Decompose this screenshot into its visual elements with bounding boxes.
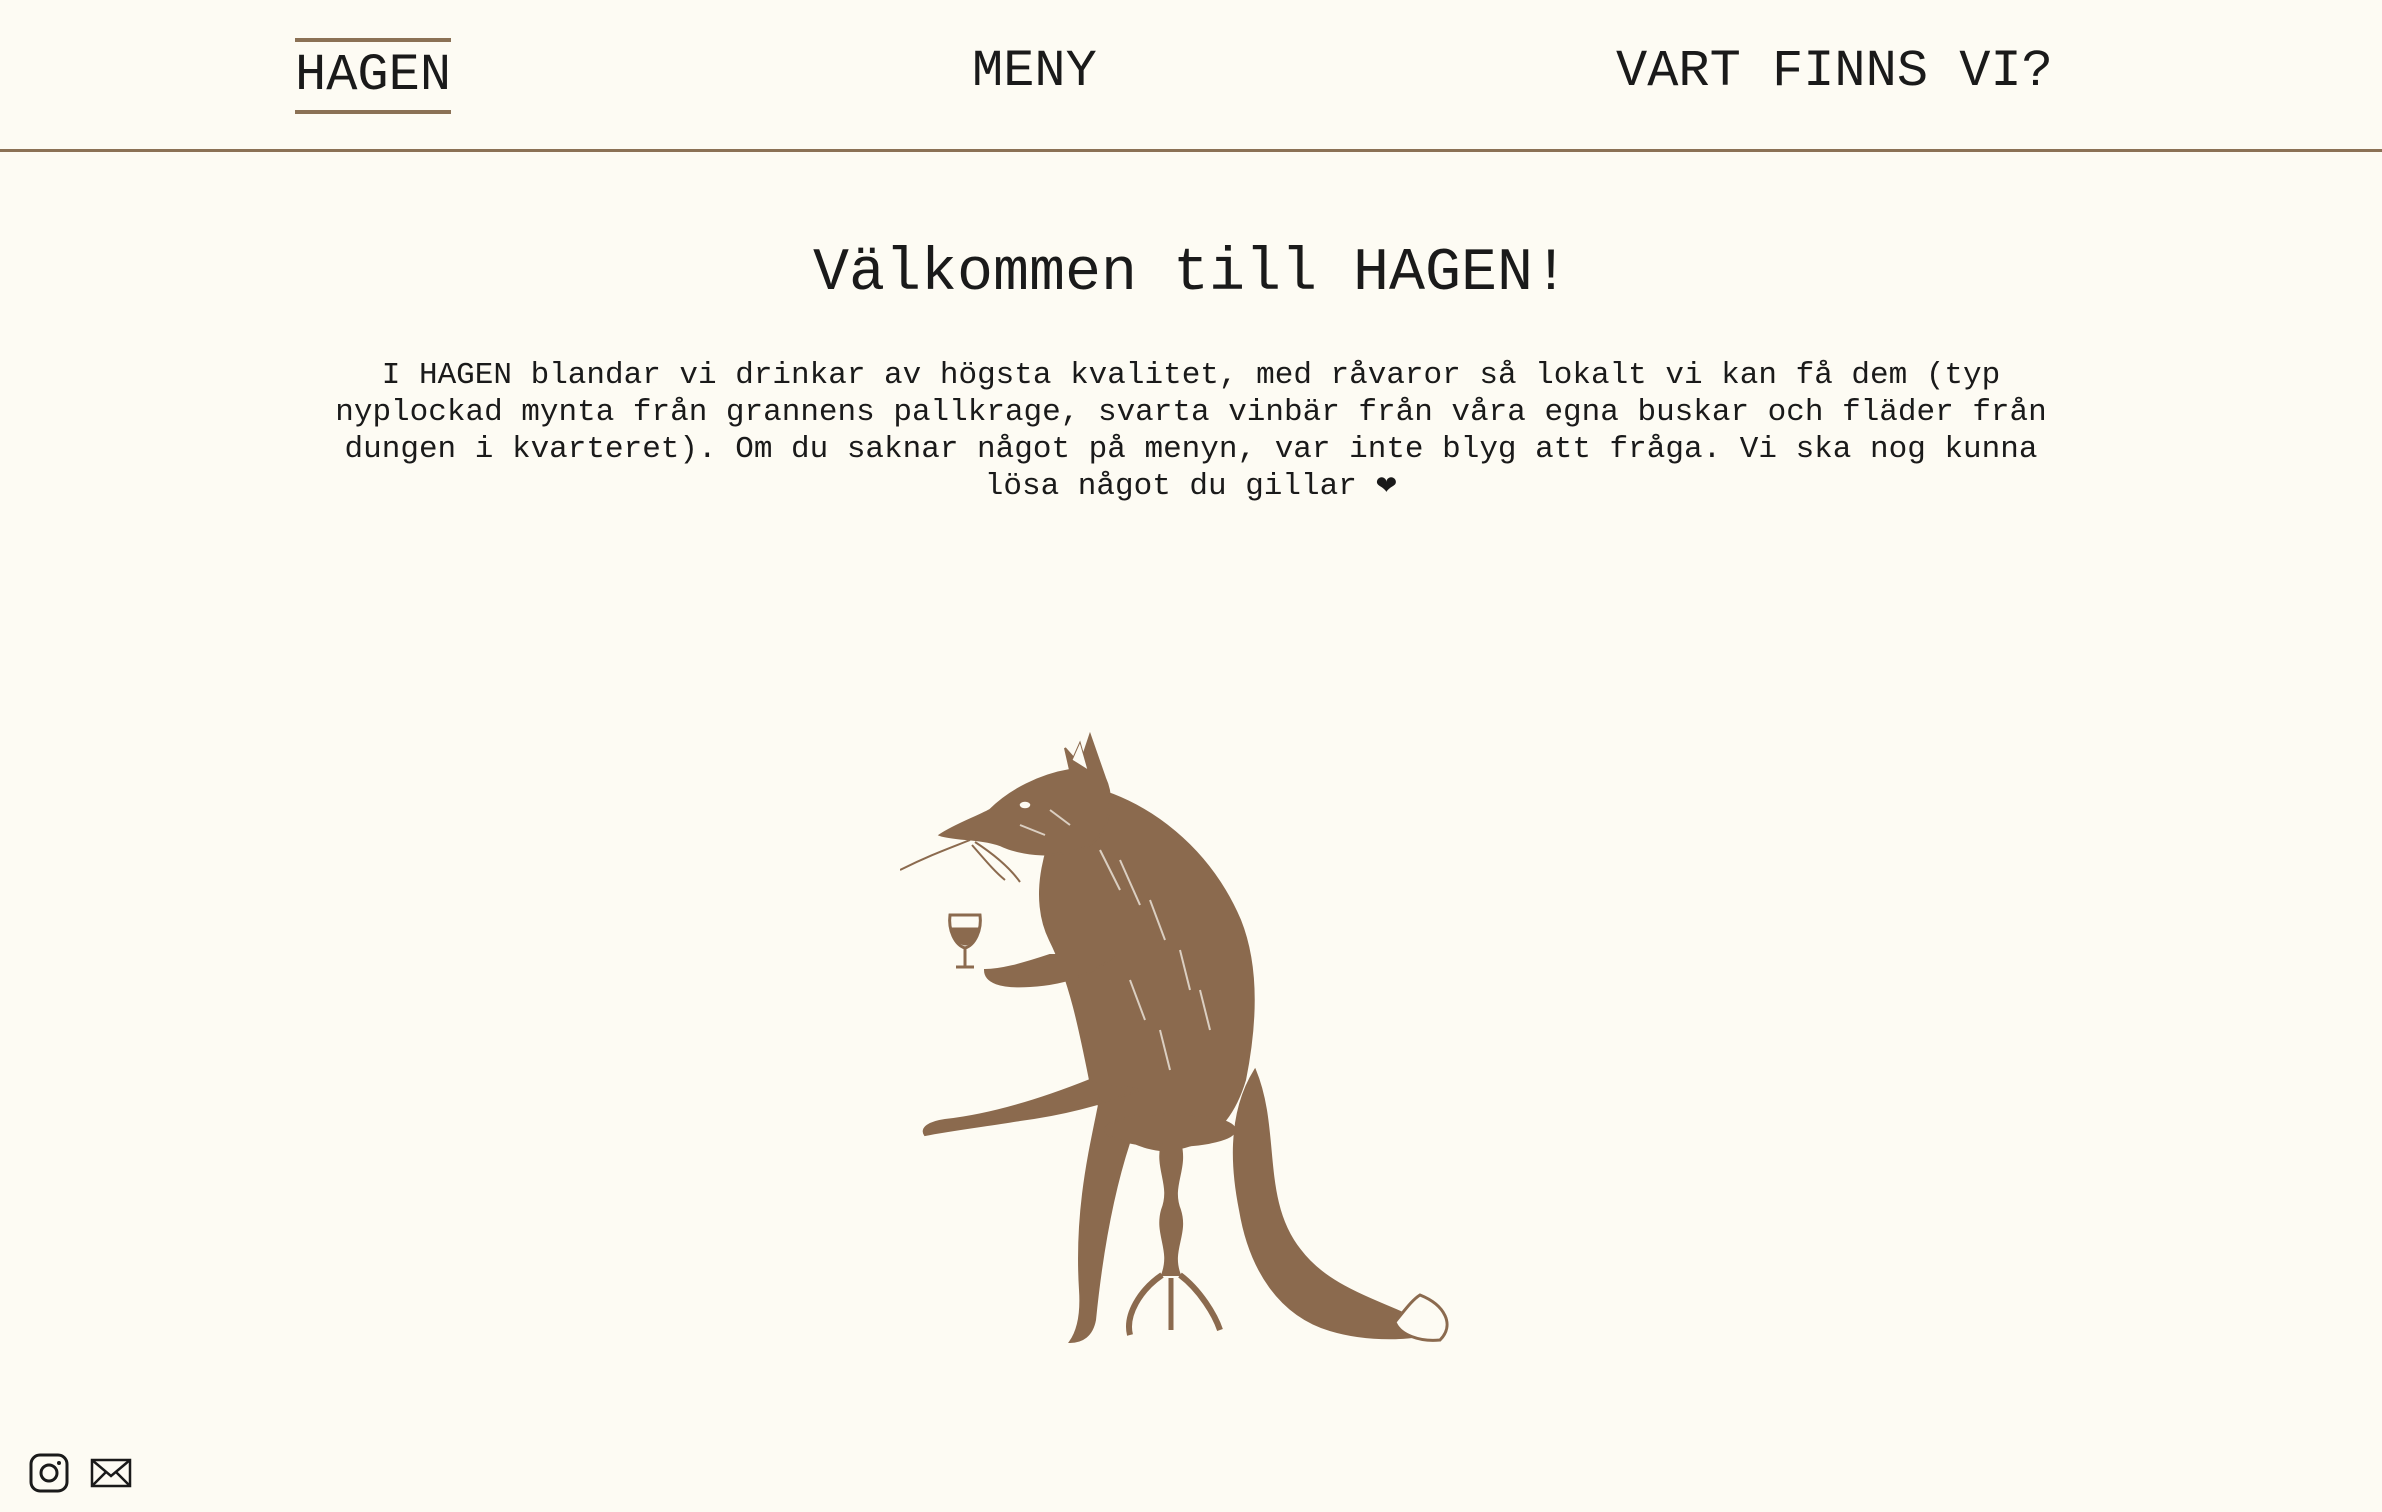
nav-item-hagen[interactable]: HAGEN (295, 38, 452, 114)
top-navigation: HAGEN MENY VART FINNS VI? (0, 0, 2382, 152)
mail-icon[interactable] (90, 1452, 132, 1494)
page-title: Välkommen till HAGEN! (812, 240, 1570, 308)
fox-with-wine-glass-illustration (900, 731, 1449, 1344)
social-links (28, 1452, 132, 1494)
intro-text: I HAGEN blandar vi drinkar av högsta kva… (310, 357, 2072, 505)
heart-icon: ❤ (1375, 471, 1398, 501)
nav-item-meny[interactable]: MENY (972, 40, 1097, 104)
nav-item-vart-finns-vi[interactable]: VART FINNS VI? (1616, 40, 2053, 104)
intro-body: I HAGEN blandar vi drinkar av högsta kva… (335, 358, 2047, 504)
instagram-icon[interactable] (28, 1452, 70, 1494)
